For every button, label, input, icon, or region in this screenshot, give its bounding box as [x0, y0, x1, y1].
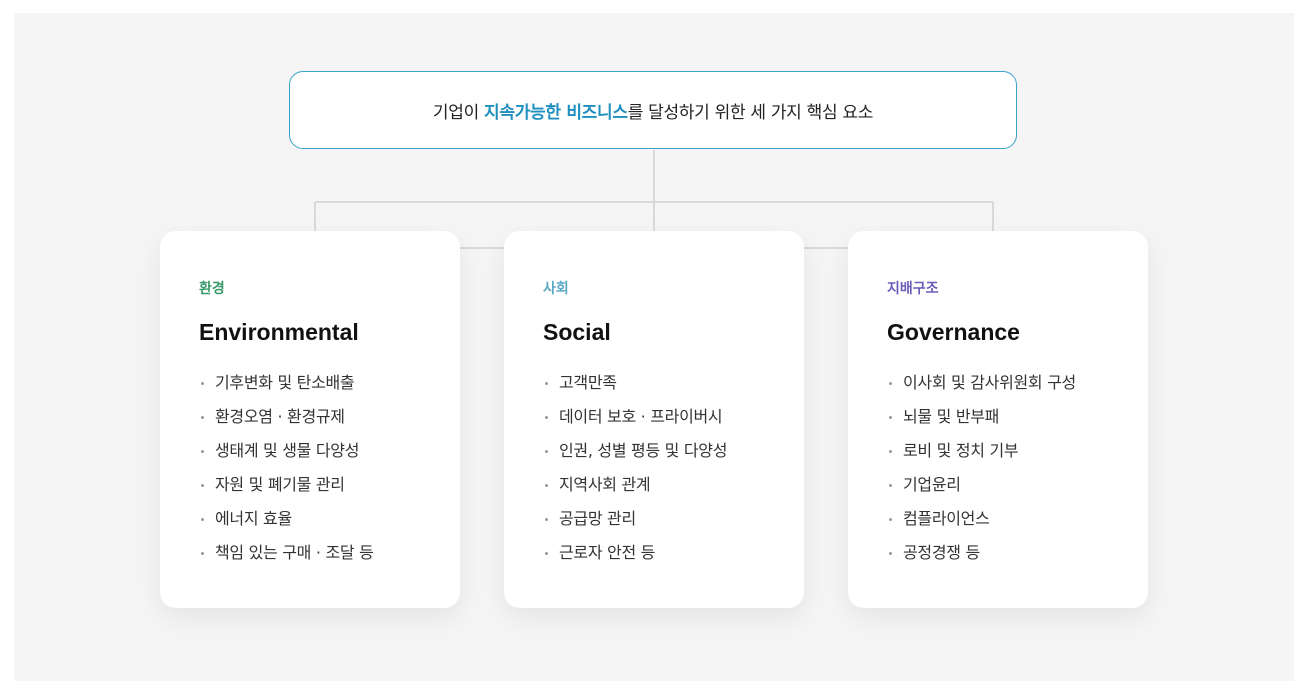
card-item-list: 고객만족 데이터 보호 · 프라이버시 인권, 성별 평등 및 다양성 지역사회… — [543, 366, 804, 570]
card-title: Governance — [887, 319, 1020, 345]
card-social: 사회 Social 고객만족 데이터 보호 · 프라이버시 인권, 성별 평등 … — [504, 231, 804, 608]
card-item-list: 이사회 및 감사위원회 구성 뇌물 및 반부패 로비 및 정치 기부 기업윤리 … — [887, 366, 1148, 570]
card-subtitle: 환경 — [199, 281, 225, 297]
list-item: 고객만족 — [543, 366, 804, 400]
list-item: 이사회 및 감사위원회 구성 — [887, 366, 1148, 400]
list-item: 기후변화 및 탄소배출 — [199, 366, 460, 400]
list-item: 근로자 안전 등 — [543, 536, 804, 570]
card-governance: 지배구조 Governance 이사회 및 감사위원회 구성 뇌물 및 반부패 … — [848, 231, 1148, 608]
main-heading-box: 기업이 지속가능한 비즈니스 를 달성하기 위한 세 가지 핵심 요소 — [289, 71, 1017, 149]
list-item: 책임 있는 구매 · 조달 등 — [199, 536, 460, 570]
list-item: 인권, 성별 평등 및 다양성 — [543, 434, 804, 468]
card-environmental: 환경 Environmental 기후변화 및 탄소배출 환경오염 · 환경규제… — [160, 231, 460, 608]
heading-suffix: 를 달성하기 위한 세 가지 핵심 요소 — [627, 102, 874, 123]
card-title: Social — [543, 319, 611, 345]
list-item: 지역사회 관계 — [543, 468, 804, 502]
card-subtitle: 사회 — [543, 281, 569, 297]
card-item-list: 기후변화 및 탄소배출 환경오염 · 환경규제 생태계 및 생물 다양성 자원 … — [199, 366, 460, 570]
card-title: Environmental — [199, 319, 359, 345]
heading-highlight: 지속가능한 비즈니스 — [484, 102, 628, 123]
list-item: 환경오염 · 환경규제 — [199, 400, 460, 434]
list-item: 에너지 효율 — [199, 502, 460, 536]
card-subtitle: 지배구조 — [887, 281, 939, 297]
heading-prefix: 기업이 — [432, 102, 485, 123]
list-item: 생태계 및 생물 다양성 — [199, 434, 460, 468]
list-item: 로비 및 정치 기부 — [887, 434, 1148, 468]
list-item: 자원 및 폐기물 관리 — [199, 468, 460, 502]
list-item: 공급망 관리 — [543, 502, 804, 536]
list-item: 공정경쟁 등 — [887, 536, 1148, 570]
list-item: 뇌물 및 반부패 — [887, 400, 1148, 434]
list-item: 컴플라이언스 — [887, 502, 1148, 536]
list-item: 기업윤리 — [887, 468, 1148, 502]
list-item: 데이터 보호 · 프라이버시 — [543, 400, 804, 434]
